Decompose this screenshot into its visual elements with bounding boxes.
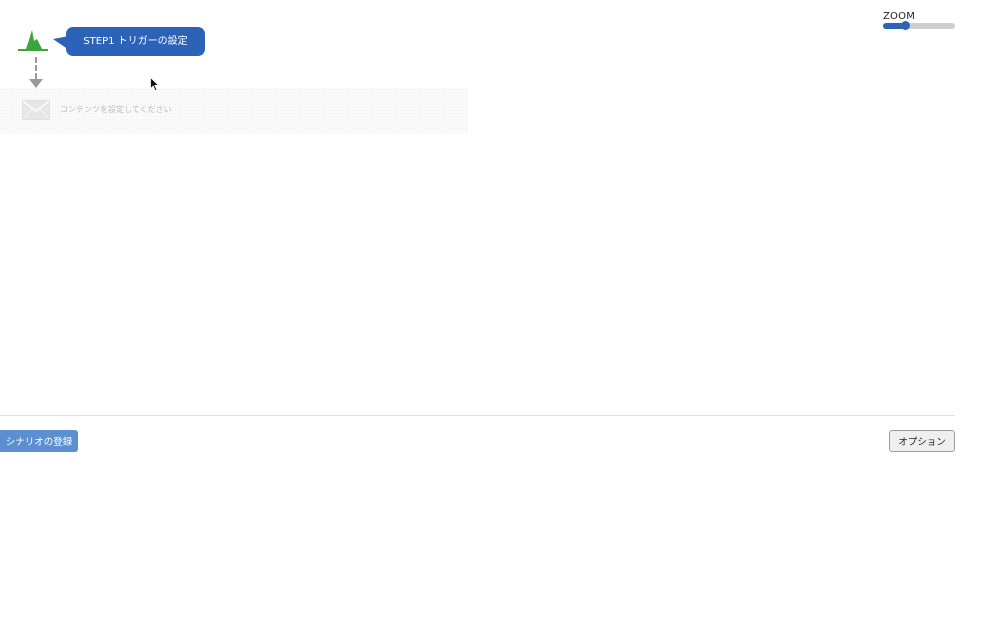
flow-connector xyxy=(35,57,37,79)
mouse-cursor-icon xyxy=(150,77,160,92)
zoom-control: ZOOM xyxy=(883,11,955,30)
pulse-icon[interactable] xyxy=(18,27,48,57)
scenario-canvas: ZOOM STEP1 トリガーの設定 コンテンツを設定してください xyxy=(0,0,960,415)
step1-trigger-button[interactable]: STEP1 トリガーの設定 xyxy=(66,27,205,56)
register-scenario-button[interactable]: シナリオの登録 xyxy=(0,430,78,452)
zoom-label: ZOOM xyxy=(883,11,916,22)
content-dropzone[interactable]: コンテンツを設定してください xyxy=(0,88,468,134)
zoom-slider[interactable] xyxy=(883,21,955,30)
options-button[interactable]: オプション xyxy=(889,430,955,452)
footer-divider xyxy=(0,415,955,416)
content-hint: コンテンツを設定してください xyxy=(60,105,172,114)
zoom-slider-thumb[interactable] xyxy=(900,21,910,30)
arrow-down-icon xyxy=(29,79,43,88)
mail-icon xyxy=(22,100,50,120)
